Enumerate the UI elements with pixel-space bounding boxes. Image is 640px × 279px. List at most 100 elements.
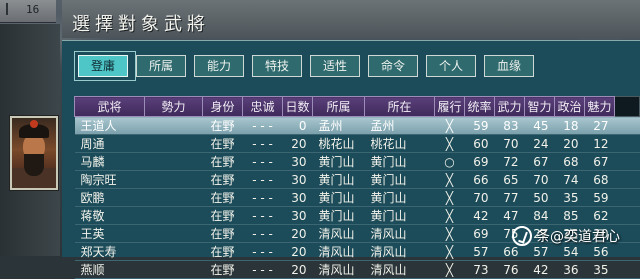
tab-affiliation[interactable]: 所属 [136,55,186,77]
table-cell: 20 [554,134,585,153]
header-loyalty[interactable]: 忠诚 [242,96,283,117]
table-cell: 74 [554,170,585,189]
table-cell: - - - [242,170,283,189]
table-cell-blank [614,170,640,189]
tab-bloodline[interactable]: 血缘 [484,55,534,77]
table-cell: 30 [282,206,313,225]
header-belong[interactable]: 所属 [312,96,365,117]
table-cell: 60 [464,134,495,153]
table-cell: 72 [494,152,525,171]
table-cell: 陶宗旺 [74,170,145,189]
header-charisma[interactable]: 魅力 [584,96,615,117]
table-cell: 0 [282,116,313,135]
table-cell: 黄门山 [312,188,365,207]
table-cell: 清风山 [364,260,435,279]
table-cell: 黄门山 [312,152,365,171]
table-cell: 68 [554,152,585,171]
header-location[interactable]: 所在 [364,96,435,117]
table-cell [144,188,203,207]
table-cell: 黄门山 [364,152,435,171]
tab-aptitude[interactable]: 适性 [310,55,360,77]
table-cell: 68 [584,170,615,189]
table-cell: 在野 [202,152,243,171]
table-cell: 清风山 [312,260,365,279]
table-cell [144,152,203,171]
table-cell: 47 [494,206,525,225]
tab-ability[interactable]: 能力 [194,55,244,77]
table-cell: ╳ [434,188,465,207]
table-header-row: 武将 勢力 身份 忠诚 日数 所属 所在 履行 统率 武力 智力 政治 魅力 [74,96,640,117]
table-row[interactable]: 马麟 在野 - - -30 黄门山 黄门山 ○ 69 72 67 68 67 [74,152,640,171]
table-cell: 黄门山 [312,170,365,189]
table-cell: - - - [242,152,283,171]
header-intelligence[interactable]: 智力 [524,96,555,117]
table-cell: - - - [242,260,283,279]
table-row[interactable]: 欧鹏 在野 - - -30 黄门山 黄门山 ╳ 70 77 50 35 59 [74,188,640,207]
table-cell: 清风山 [312,224,365,243]
table-cell: 黄门山 [364,188,435,207]
header-politics[interactable]: 政治 [554,96,585,117]
table-cell: 62 [584,206,615,225]
header-blank [614,96,640,117]
table-cell-blank [614,260,640,279]
table-cell: 黄门山 [364,170,435,189]
header-leadership[interactable]: 统率 [464,96,495,117]
header-duty[interactable]: 履行 [434,96,465,117]
top-status-strip: 16 [0,0,56,23]
table-cell: 84 [524,206,555,225]
table-row[interactable]: 蒋敬 在野 - - -30 黄门山 黄门山 ╳ 42 47 84 85 62 [74,206,640,225]
table-cell: 20 [282,242,313,261]
tab-skill[interactable]: 特技 [252,55,302,77]
table-cell: 王道人 [74,116,145,135]
tab-personal[interactable]: 个人 [426,55,476,77]
header-war[interactable]: 武力 [494,96,525,117]
table-cell: 20 [282,134,313,153]
table-cell: 在野 [202,260,243,279]
table-cell [144,260,203,279]
table-cell: 59 [584,188,615,207]
table-cell: ○ [434,152,465,171]
table-cell [144,242,203,261]
header-days[interactable]: 日数 [282,96,313,117]
table-cell: 马麟 [74,152,145,171]
table-cell: 孟州 [364,116,435,135]
generals-table: 武将 勢力 身份 忠诚 日数 所属 所在 履行 统率 武力 智力 政治 魅力 王… [74,96,640,279]
table-cell: 77 [494,188,525,207]
table-cell: 70 [494,134,525,153]
table-cell-blank [614,206,640,225]
table-cell: 清风山 [364,242,435,261]
table-cell: 42 [464,206,495,225]
table-row[interactable]: 燕顺 在野 - - -20 清风山 清风山 ╳ 73 76 42 36 35 [74,260,640,279]
bracket-icon [6,3,18,15]
table-cell: 王英 [74,224,145,243]
table-cell: ╳ [434,206,465,225]
table-cell: 85 [554,206,585,225]
top-counter: 16 [26,3,40,16]
table-cell: 桃花山 [364,134,435,153]
tab-recruit[interactable]: 登庸 [78,55,128,77]
table-row[interactable]: 陶宗旺 在野 - - -30 黄门山 黄门山 ╳ 66 65 70 74 68 [74,170,640,189]
table-cell: 30 [282,152,313,171]
table-cell: 66 [464,170,495,189]
table-cell [144,134,203,153]
table-cell: 清风山 [364,224,435,243]
table-cell: - - - [242,206,283,225]
table-cell-blank [614,188,640,207]
table-cell: 30 [282,170,313,189]
table-cell: 孟州 [312,116,365,135]
header-status[interactable]: 身份 [202,96,243,117]
table-cell: 65 [494,170,525,189]
table-cell: 在野 [202,170,243,189]
header-faction[interactable]: 勢力 [144,96,203,117]
tab-command[interactable]: 命令 [368,55,418,77]
table-cell: - - - [242,242,283,261]
table-row[interactable]: 周通 在野 - - -20 桃花山 桃花山 ╳ 60 70 24 20 12 [74,134,640,153]
table-cell: 12 [584,134,615,153]
header-general[interactable]: 武将 [74,96,145,117]
table-cell: 桃花山 [312,134,365,153]
table-row[interactable]: 王道人 在野 - - -0 孟州 孟州 ╳ 59 83 45 18 27 [74,116,640,135]
table-cell: 27 [584,116,615,135]
table-cell: 周通 [74,134,145,153]
table-cell: ╳ [434,134,465,153]
table-cell: 45 [524,116,555,135]
